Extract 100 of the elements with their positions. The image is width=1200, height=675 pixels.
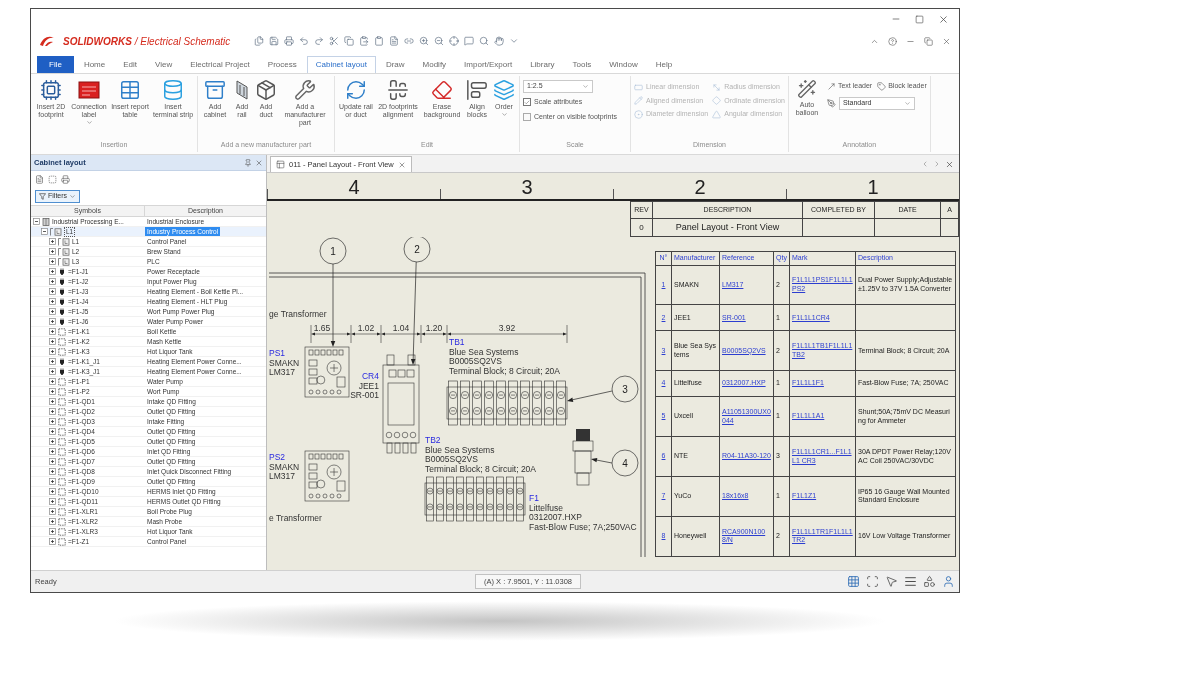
component-label: SMAKN	[269, 357, 300, 368]
document-icon[interactable]	[389, 36, 400, 46]
frame-icon	[58, 247, 70, 256]
document-icon[interactable]	[35, 174, 44, 184]
close-icon[interactable]	[942, 36, 951, 46]
dashed-square-icon[interactable]	[48, 174, 57, 184]
component-label: Littelfuse	[529, 502, 564, 513]
redo-icon[interactable]	[314, 36, 325, 46]
plus-box-icon[interactable]	[49, 248, 56, 255]
zoom-out-icon[interactable]	[434, 36, 445, 46]
plus-box-icon[interactable]	[49, 448, 56, 455]
menu-tab[interactable]: Help	[647, 56, 681, 73]
plus-box-icon[interactable]	[49, 538, 56, 545]
app-title: SOLIDWORKS / Electrical Schematic	[63, 34, 231, 49]
plus-box-icon[interactable]	[49, 268, 56, 275]
plus-box-icon[interactable]	[49, 498, 56, 505]
help-icon[interactable]	[888, 36, 897, 46]
restore-icon[interactable]	[924, 36, 933, 46]
grid-icon[interactable]	[847, 575, 860, 588]
plus-box-icon[interactable]	[49, 398, 56, 405]
plus-box-icon[interactable]	[49, 358, 56, 365]
leader-arrow	[591, 457, 613, 464]
maximize-icon[interactable]	[915, 14, 924, 24]
menu-tab[interactable]: Home	[75, 56, 114, 73]
cut-icon[interactable]	[329, 36, 340, 46]
balloon: 1	[319, 237, 347, 265]
plus-box-icon[interactable]	[49, 288, 56, 295]
speech-bubble-icon[interactable]	[464, 36, 475, 46]
plus-box-icon[interactable]	[49, 278, 56, 285]
menu-tab[interactable]: Import/Export	[456, 56, 521, 73]
menu-tab[interactable]: Electrical Project	[182, 56, 258, 73]
cursor-icon[interactable]	[885, 575, 898, 588]
plus-box-icon[interactable]	[49, 488, 56, 495]
caret-icon	[582, 83, 589, 90]
menu-tab[interactable]: Draw	[377, 56, 413, 73]
plus-box-icon[interactable]	[49, 478, 56, 485]
close-icon[interactable]	[945, 159, 954, 169]
refresh-icon	[345, 79, 367, 101]
menu-tab[interactable]: Process	[259, 56, 305, 73]
copy-icon[interactable]	[344, 36, 355, 46]
hand-icon[interactable]	[494, 36, 505, 46]
close-icon[interactable]	[397, 160, 406, 169]
undo-icon[interactable]	[299, 36, 310, 46]
plus-box-icon[interactable]	[49, 508, 56, 515]
printer-icon[interactable]	[284, 36, 295, 46]
zoom-in-icon[interactable]	[419, 36, 430, 46]
person-icon[interactable]	[942, 575, 955, 588]
shapes-icon[interactable]	[923, 575, 936, 588]
plus-box-icon[interactable]	[49, 428, 56, 435]
menu-tab[interactable]: Window	[601, 56, 646, 73]
close-icon[interactable]	[938, 13, 949, 25]
save-icon[interactable]	[269, 36, 280, 46]
plus-box-icon[interactable]	[49, 408, 56, 415]
component-tag: F1	[529, 493, 539, 503]
component-tag: TB2	[425, 435, 441, 445]
plus-box-icon[interactable]	[49, 368, 56, 375]
plus-box-icon[interactable]	[49, 298, 56, 305]
link-icon[interactable]	[404, 36, 415, 46]
search-icon[interactable]	[479, 36, 490, 46]
wrench-icon	[294, 79, 316, 101]
plus-box-icon[interactable]	[49, 328, 56, 335]
plus-box-icon[interactable]	[49, 378, 56, 385]
plus-box-icon[interactable]	[49, 258, 56, 265]
close-icon[interactable]	[255, 158, 263, 167]
plus-box-icon[interactable]	[49, 238, 56, 245]
caret-icon[interactable]	[509, 36, 520, 46]
balloon: 2	[403, 237, 431, 263]
pin-icon[interactable]	[244, 158, 252, 167]
frame-icon[interactable]	[866, 575, 879, 588]
plus-box-icon[interactable]	[49, 468, 56, 475]
plus-box-icon[interactable]	[49, 318, 56, 325]
checkbox[interactable]	[523, 112, 531, 121]
plus-box-icon[interactable]	[49, 438, 56, 445]
plus-box-icon[interactable]	[49, 418, 56, 425]
plus-box-icon[interactable]	[49, 348, 56, 355]
plus-box-icon[interactable]	[49, 308, 56, 315]
plus-box-icon[interactable]	[49, 388, 56, 395]
plus-box-icon[interactable]	[49, 458, 56, 465]
menu-tab[interactable]: Library	[522, 56, 563, 73]
dimension-line	[310, 324, 351, 344]
frame-icon	[58, 257, 70, 266]
documents-icon[interactable]	[254, 36, 265, 46]
printer-icon[interactable]	[61, 174, 70, 184]
lines-icon[interactable]	[904, 575, 917, 588]
plus-box-icon[interactable]	[49, 528, 56, 535]
checkbox[interactable]	[523, 98, 531, 107]
paste-icon[interactable]	[359, 36, 370, 46]
menu-tab[interactable]: View	[147, 56, 181, 73]
menu-tab[interactable]: Modify	[414, 56, 455, 73]
menu-tab[interactable]: Tools	[564, 56, 600, 73]
minus-box-icon[interactable]	[41, 228, 48, 235]
menu-tab[interactable]: Cabinet layout	[306, 56, 376, 73]
clipboard-icon[interactable]	[374, 36, 385, 46]
file-menu-button[interactable]: File	[37, 56, 74, 73]
menu-tab[interactable]: Edit	[115, 56, 146, 73]
plus-box-icon[interactable]	[49, 338, 56, 345]
crosshair-icon[interactable]	[449, 36, 460, 46]
balloon: 3	[611, 375, 639, 403]
plus-box-icon[interactable]	[49, 518, 56, 525]
minus-box-icon[interactable]	[33, 218, 40, 225]
